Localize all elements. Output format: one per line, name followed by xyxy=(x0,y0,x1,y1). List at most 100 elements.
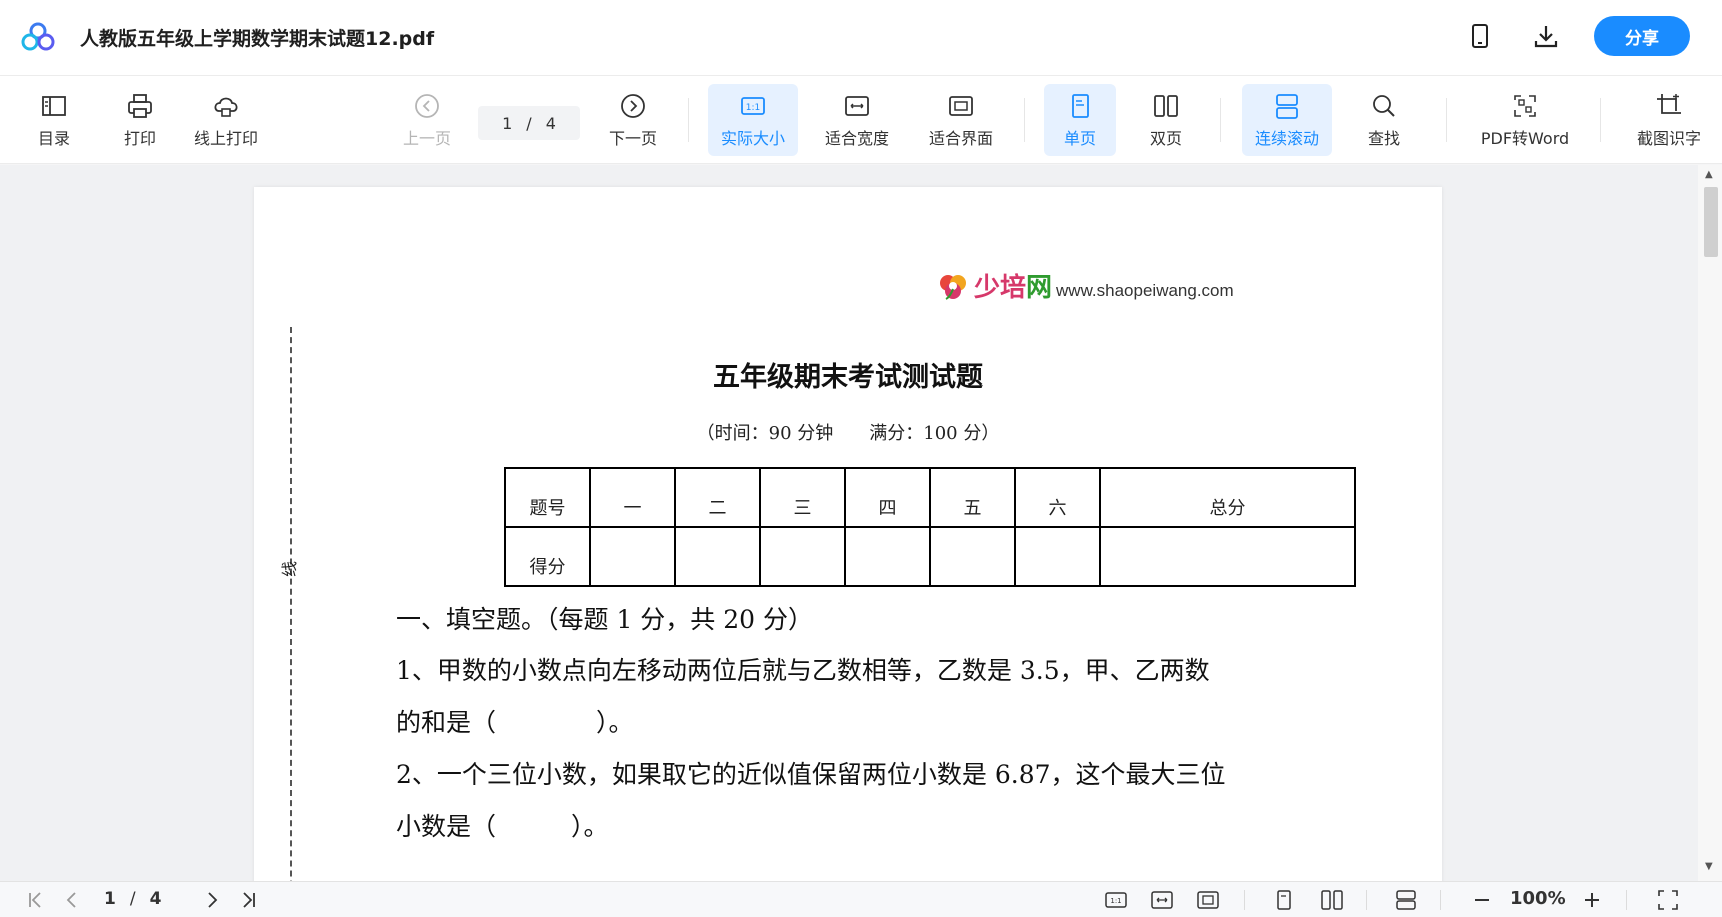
fit-page-icon xyxy=(1197,891,1219,909)
actual-size-button[interactable]: 1:1 实际大小 xyxy=(708,84,798,156)
first-page-button[interactable] xyxy=(24,888,48,912)
status-double-page-button[interactable] xyxy=(1320,888,1344,912)
table-cell xyxy=(929,526,1016,587)
question-line: 的和是（ ）。 xyxy=(396,708,634,737)
status-divider xyxy=(1366,890,1367,910)
actual-size-icon: 1:1 xyxy=(741,97,765,115)
table-cell xyxy=(1099,526,1356,587)
toc-label: 目录 xyxy=(37,129,70,148)
scroll-down-icon[interactable]: ▼ xyxy=(1705,861,1713,872)
find-button[interactable]: 查找 xyxy=(1348,84,1420,156)
prev-page-small-button[interactable] xyxy=(60,888,84,912)
table-cell: 一 xyxy=(589,467,676,528)
continuous-scroll-label: 连续滚动 xyxy=(1254,129,1319,148)
screenshot-ocr-label: 截图识字 xyxy=(1636,129,1701,148)
title-bar: 人教版五年级上学期数学期末试题12.pdf 分享 xyxy=(0,0,1722,76)
status-page-indicator: 1 / 4 xyxy=(104,889,161,909)
table-row: 题号 一 二 三 四 五 六 总分 xyxy=(504,467,1356,528)
total-pages: 4 xyxy=(545,113,556,133)
question-line: 2、一个三位小数，如果取它的近似值保留两位小数是 6.87，这个最大三位 xyxy=(396,760,1226,789)
fit-width-button[interactable]: 适合宽度 xyxy=(812,84,902,156)
toolbar-divider xyxy=(1024,98,1025,142)
status-fit-page-button[interactable] xyxy=(1196,888,1220,912)
pdf-to-word-button[interactable]: PDF转Word xyxy=(1470,84,1580,156)
scroll-up-icon[interactable]: ▲ xyxy=(1705,169,1713,180)
single-page-icon xyxy=(1072,94,1089,118)
table-cell: 六 xyxy=(1014,467,1101,528)
continuous-scroll-button[interactable]: 连续滚动 xyxy=(1242,84,1332,156)
status-bar: 1 / 4 1:1 100% xyxy=(0,881,1722,917)
convert-icon xyxy=(1514,95,1536,117)
binding-dashed-line xyxy=(290,327,292,881)
minus-icon xyxy=(1475,899,1489,901)
prev-page-button[interactable]: 上一页 xyxy=(396,84,458,156)
vertical-scrollbar[interactable]: ▲ ▼ xyxy=(1698,165,1722,881)
continuous-scroll-icon xyxy=(1396,890,1416,910)
crop-icon xyxy=(1657,94,1681,114)
actual-size-icon: 1:1 xyxy=(1105,892,1127,908)
double-page-icon xyxy=(1321,890,1343,910)
chevron-right-icon xyxy=(208,892,218,908)
single-page-icon xyxy=(1277,890,1291,910)
document-viewer[interactable]: 线 少培网 www.shaopeiwang.com 五年级期末考试测试题 （时间… xyxy=(0,165,1722,881)
table-cell xyxy=(759,526,846,587)
toolbar-divider xyxy=(1446,98,1447,142)
online-print-button[interactable]: 线上打印 xyxy=(186,84,266,156)
download-icon[interactable] xyxy=(1532,22,1560,50)
page-number-input[interactable]: 1 / 4 xyxy=(478,106,580,140)
fit-page-button[interactable]: 适合界面 xyxy=(916,84,1006,156)
status-divider xyxy=(1440,890,1441,910)
table-cell: 二 xyxy=(674,467,761,528)
double-page-button[interactable]: 双页 xyxy=(1130,84,1202,156)
status-actual-size-button[interactable]: 1:1 xyxy=(1104,888,1128,912)
table-cell xyxy=(1014,526,1101,587)
fit-width-label: 适合宽度 xyxy=(824,129,889,148)
table-cell xyxy=(589,526,676,587)
next-page-button[interactable]: 下一页 xyxy=(600,84,666,156)
chevron-left-icon xyxy=(66,892,76,908)
single-page-button[interactable]: 单页 xyxy=(1044,84,1116,156)
zoom-out-button[interactable] xyxy=(1470,888,1494,912)
plus-icon xyxy=(1585,893,1599,907)
first-page-icon xyxy=(29,892,41,908)
online-print-label: 线上打印 xyxy=(193,129,258,148)
zoom-in-button[interactable] xyxy=(1580,888,1604,912)
print-button[interactable]: 打印 xyxy=(110,84,170,156)
table-cell: 得分 xyxy=(504,526,591,587)
exam-title: 五年级期末考试测试题 xyxy=(713,362,983,393)
section-heading: 一、填空题。（每题 1 分，共 20 分） xyxy=(396,605,814,634)
circle-right-icon xyxy=(621,94,645,118)
actual-size-label: 实际大小 xyxy=(720,129,785,148)
brand-name: 少培网 xyxy=(974,267,1052,304)
status-divider xyxy=(1626,890,1627,910)
binding-label: 线 xyxy=(280,560,300,578)
search-icon xyxy=(1373,95,1395,117)
table-cell: 总分 xyxy=(1099,467,1356,528)
pdf-page: 线 少培网 www.shaopeiwang.com 五年级期末考试测试题 （时间… xyxy=(254,187,1442,881)
cloud-print-icon xyxy=(214,97,238,117)
brand-name-b: 网 xyxy=(1026,273,1053,303)
status-single-page-button[interactable] xyxy=(1272,888,1296,912)
mobile-icon[interactable] xyxy=(1466,22,1494,50)
brand-url: www.shaopeiwang.com xyxy=(1056,280,1234,300)
screenshot-ocr-button[interactable]: 截图识字 xyxy=(1626,84,1712,156)
app-logo-icon xyxy=(21,22,55,51)
toc-button[interactable]: 目录 xyxy=(26,84,82,156)
svg-text:1:1: 1:1 xyxy=(1110,897,1121,905)
exam-subtitle: （时间：90 分钟 满分：100 分） xyxy=(696,423,1000,444)
status-fit-width-button[interactable] xyxy=(1150,888,1174,912)
fullscreen-button[interactable] xyxy=(1656,888,1680,912)
find-label: 查找 xyxy=(1367,129,1400,148)
last-page-button[interactable] xyxy=(236,888,260,912)
flower-logo-icon xyxy=(940,274,966,300)
question-line: 1、甲数的小数点向左移动两位后就与乙数相等，乙数是 3.5，甲、乙两数 xyxy=(396,656,1210,685)
zoom-level: 100% xyxy=(1510,888,1566,909)
status-continuous-button[interactable] xyxy=(1394,888,1418,912)
scroll-thumb[interactable] xyxy=(1704,187,1718,257)
next-page-small-button[interactable] xyxy=(200,888,224,912)
share-button[interactable]: 分享 xyxy=(1594,16,1690,56)
table-cell: 五 xyxy=(929,467,1016,528)
fit-page-label: 适合界面 xyxy=(928,129,993,148)
toolbar-divider xyxy=(688,98,689,142)
printer-icon xyxy=(128,94,152,118)
